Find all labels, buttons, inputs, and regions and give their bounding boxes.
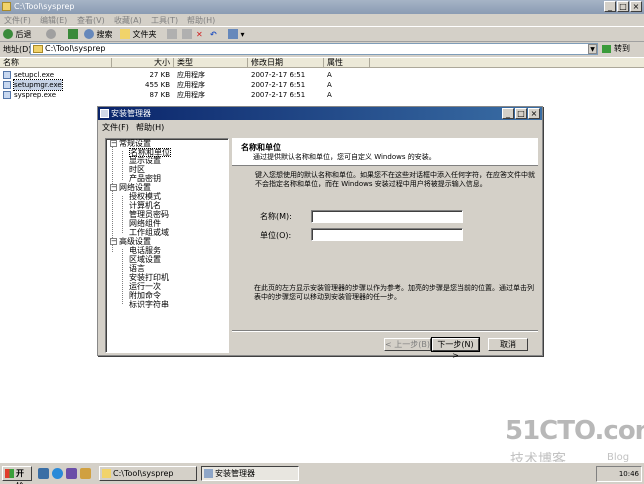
watermark-logo: 51CTO.com <box>505 416 644 446</box>
task-setup-manager[interactable]: 安装管理器 <box>201 466 299 481</box>
steps-tree: − 常规设置 名称和单位 显示设置 时区 产品密钥 − 网络设置 授权模式 计算机名… <box>105 138 229 353</box>
task-explorer[interactable]: C:\Tool\sysprep <box>99 466 197 481</box>
folder-icon <box>33 45 43 53</box>
dialog-menu-help[interactable]: 帮助(H) <box>136 122 164 133</box>
menu-favorites[interactable]: 收藏(A) <box>114 15 142 26</box>
menu-tools[interactable]: 工具(T) <box>151 15 178 26</box>
dialog-menu-bar: 文件(F) 帮助(H) <box>98 121 542 133</box>
go-arrow-icon <box>602 45 611 53</box>
address-dropdown-button[interactable]: ▼ <box>588 44 597 54</box>
show-desktop-icon[interactable] <box>38 468 49 479</box>
windows-flag-icon <box>5 469 14 478</box>
file-row-setupcl[interactable]: setupcl.exe 27 KB 应用程序 2007-2-17 6:51 A <box>0 70 370 80</box>
move-to-button[interactable] <box>167 29 177 40</box>
exe-file-icon <box>3 71 11 79</box>
dialog-menu-file[interactable]: 文件(F) <box>102 122 129 133</box>
step-description: 键入您想使用的默认名称和单位。如果您不在这些对话框中添入任何字符，在应答文件中就… <box>255 171 535 188</box>
up-folder-icon <box>68 29 78 39</box>
divider <box>232 330 538 332</box>
collapse-icon[interactable]: − <box>110 184 117 191</box>
exe-file-icon <box>3 91 11 99</box>
file-row-setupmgr[interactable]: setupmgr.exe 455 KB 应用程序 2007-2-17 6:51 … <box>0 79 370 91</box>
step-header: 名称和单位 通过提供默认名称和单位，您可自定义 Windows 的安装。 <box>232 138 538 166</box>
vmware-icon[interactable] <box>66 468 77 479</box>
cancel-button[interactable]: 取消 <box>488 338 528 351</box>
go-button[interactable]: 转到 <box>602 43 642 55</box>
name-label: 名称(M): <box>260 212 292 221</box>
delete-icon: ✕ <box>196 30 203 39</box>
org-input[interactable] <box>311 228 463 241</box>
folder-icon <box>102 469 111 478</box>
address-path: C:\Tool\sysprep <box>45 44 106 53</box>
search-button[interactable]: 搜索 <box>84 29 113 40</box>
undo-button[interactable]: ↶ <box>210 29 217 40</box>
copy-to-button[interactable] <box>182 29 192 40</box>
column-type[interactable]: 类型 <box>174 58 248 68</box>
clock[interactable]: 10:46 <box>619 470 639 478</box>
menu-edit[interactable]: 编辑(E) <box>40 15 67 26</box>
close-button[interactable]: × <box>630 1 642 12</box>
setup-manager-icon <box>100 109 109 118</box>
collapse-icon[interactable]: − <box>110 238 117 245</box>
column-attr[interactable]: 属性 <box>324 58 370 68</box>
search-icon <box>84 29 94 39</box>
dialog-maximize-button[interactable]: □ <box>515 108 527 119</box>
explorer-toolbar: 后退 搜索 文件夹 ✕ ↶ ▾ <box>0 26 644 42</box>
file-list-header: 名称 大小 类型 修改日期 属性 <box>0 58 644 68</box>
setup-manager-icon <box>204 469 213 478</box>
internet-explorer-icon[interactable] <box>52 468 63 479</box>
back-button[interactable]: 后退 <box>3 29 32 40</box>
move-to-icon <box>167 29 177 39</box>
menu-help[interactable]: 帮助(H) <box>187 15 215 26</box>
delete-button[interactable]: ✕ <box>196 29 203 40</box>
exe-file-icon <box>3 81 11 89</box>
step-footer-note: 在此页的左方显示安装管理器的步骤以作为参考。加亮的步骤是您当前的位置。通过单击列… <box>254 284 534 301</box>
undo-icon: ↶ <box>210 30 217 39</box>
dialog-close-button[interactable]: × <box>528 108 540 119</box>
folder-icon <box>2 2 11 11</box>
system-tray: 10:46 <box>596 466 642 482</box>
dialog-title: 安装管理器 <box>111 109 151 118</box>
name-input[interactable] <box>311 210 463 223</box>
address-input[interactable]: C:\Tool\sysprep <box>30 43 598 55</box>
dialog-title-bar[interactable]: 安装管理器 _ □ × <box>98 107 542 120</box>
views-button[interactable]: ▾ <box>228 29 245 40</box>
forward-button[interactable] <box>46 29 56 40</box>
step-panel: 名称和单位 通过提供默认名称和单位，您可自定义 Windows 的安装。 键入您… <box>232 138 538 360</box>
explorer-title: C:\Tool\sysprep <box>14 2 75 11</box>
quick-launch-icon[interactable] <box>80 468 91 479</box>
column-name[interactable]: 名称 <box>0 58 112 68</box>
step-subtitle: 通过提供默认名称和单位，您可自定义 Windows 的安装。 <box>253 153 436 161</box>
back-button[interactable]: < 上一步(B) <box>384 338 431 351</box>
maximize-button[interactable]: □ <box>617 1 629 12</box>
menu-view[interactable]: 查看(V) <box>77 15 105 26</box>
views-icon <box>228 29 238 39</box>
taskbar: 开始 C:\Tool\sysprep 安装管理器 10:46 <box>0 462 644 484</box>
menu-file[interactable]: 文件(F) <box>4 15 31 26</box>
collapse-icon[interactable]: − <box>110 140 117 147</box>
tree-item-identification[interactable]: 标识字符串 <box>129 301 169 310</box>
explorer-menu-bar: 文件(F) 编辑(E) 查看(V) 收藏(A) 工具(T) 帮助(H) <box>0 14 644 26</box>
copy-to-icon <box>182 29 192 39</box>
folders-button[interactable]: 文件夹 <box>120 29 157 40</box>
explorer-title-bar[interactable]: C:\Tool\sysprep _ □ × <box>0 0 644 14</box>
forward-arrow-icon <box>46 29 56 39</box>
back-arrow-icon <box>3 29 13 39</box>
minimize-button[interactable]: _ <box>604 1 616 12</box>
column-date[interactable]: 修改日期 <box>248 58 324 68</box>
address-label: 地址(D) <box>3 45 32 54</box>
address-bar: 地址(D) C:\Tool\sysprep ▼ 转到 <box>0 42 644 57</box>
org-label: 单位(O): <box>260 231 292 240</box>
dialog-minimize-button[interactable]: _ <box>502 108 514 119</box>
start-button[interactable]: 开始 <box>2 466 32 484</box>
column-size[interactable]: 大小 <box>112 58 174 68</box>
next-button[interactable]: 下一步(N) > <box>431 337 480 360</box>
setup-manager-dialog: 安装管理器 _ □ × 文件(F) 帮助(H) − 常规设置 名称和单位 显示设置… <box>97 106 543 360</box>
file-row-sysprep[interactable]: sysprep.exe 87 KB 应用程序 2007-2-17 6:51 A <box>0 90 370 100</box>
up-button[interactable] <box>68 29 78 40</box>
folders-icon <box>120 29 130 39</box>
